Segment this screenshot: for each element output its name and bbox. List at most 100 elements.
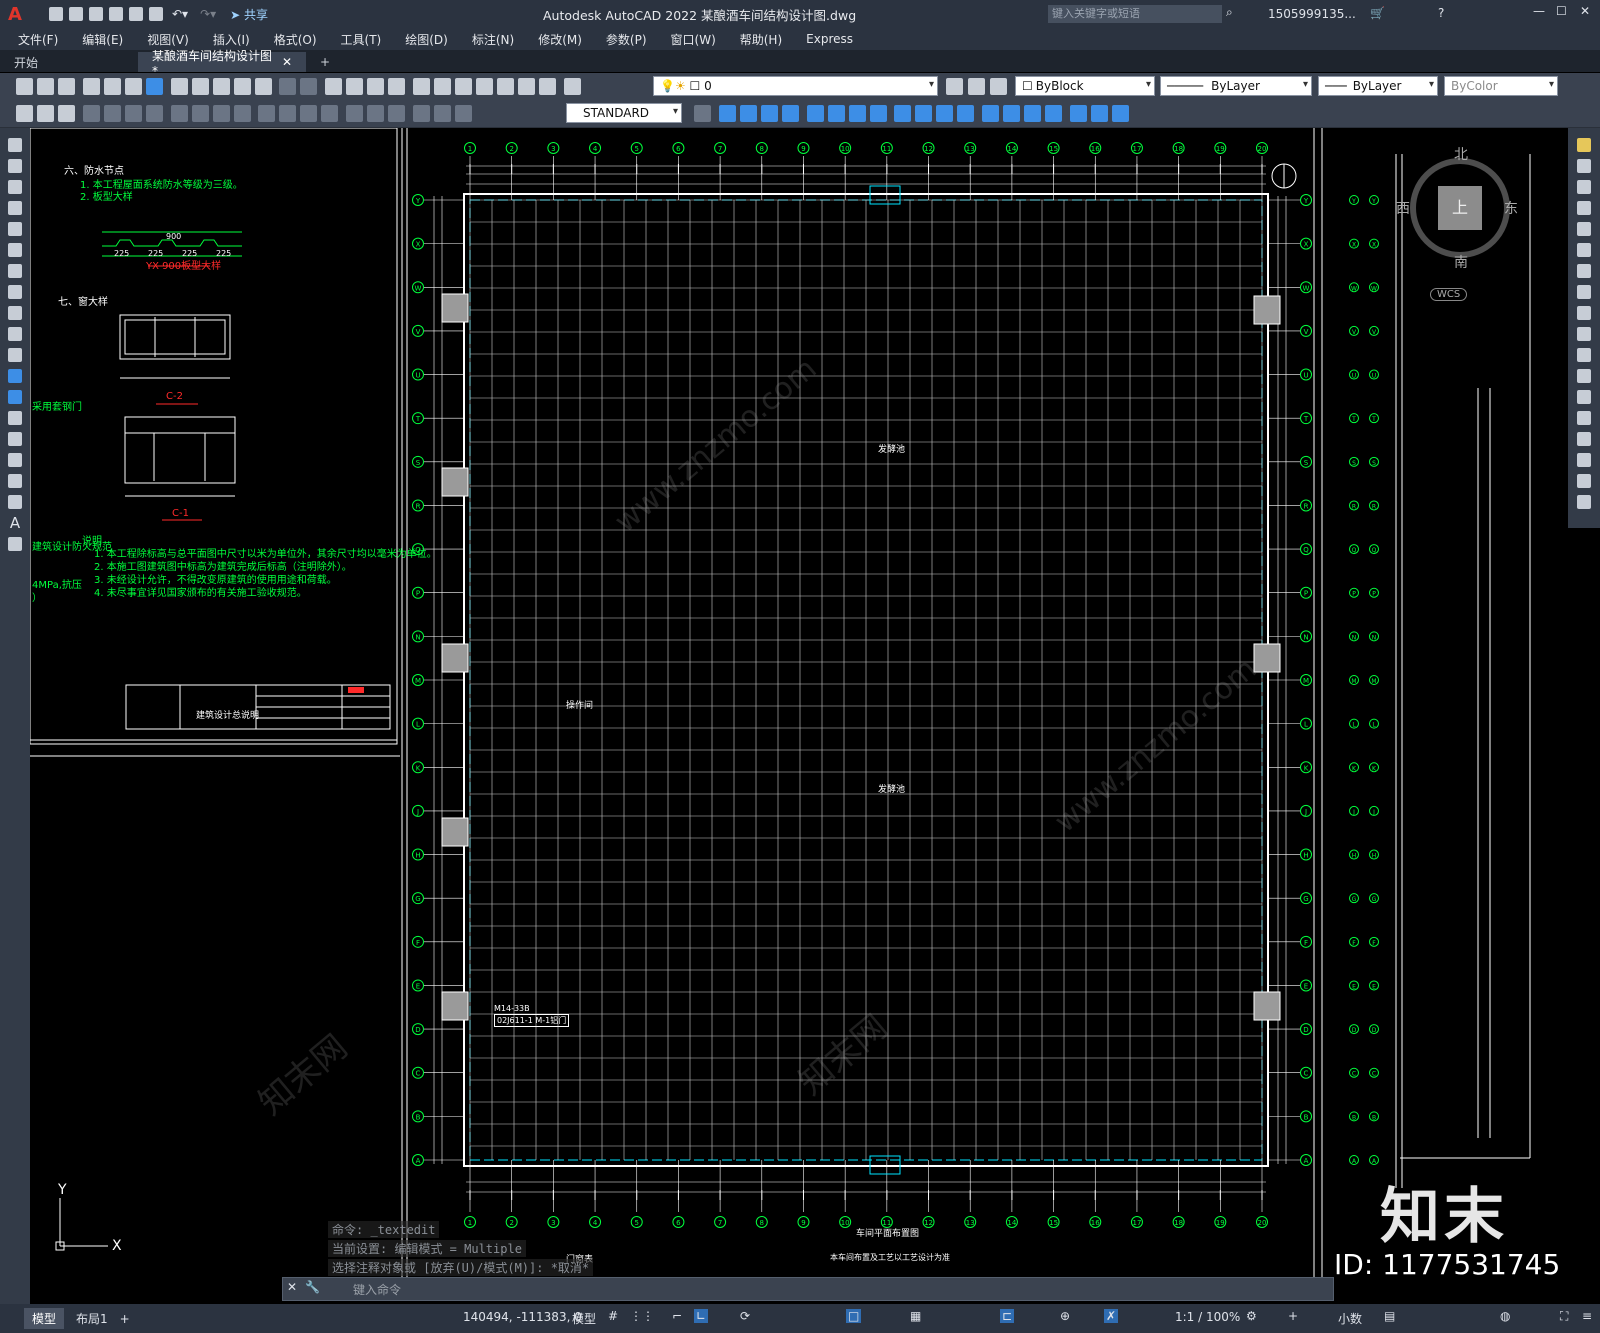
wcs-menu[interactable]: WCS [1430,288,1468,301]
center-mark-icon[interactable] [367,105,385,122]
design-center-icon[interactable] [434,78,452,95]
close-command-icon[interactable]: ✕ [287,1280,297,1294]
union-icon[interactable] [957,105,975,122]
menu-item-modify[interactable]: 修改(M) [526,31,594,48]
layer-dropdown[interactable]: 💡☀ ☐ 0 ▾ [653,76,938,96]
circle-icon[interactable] [8,264,22,278]
gizmo-icon[interactable]: ⊕ [1060,1309,1070,1323]
customization-icon[interactable]: ≡ [1582,1309,1592,1323]
osnap-icon[interactable]: □ [846,1309,862,1323]
layer-state-icon[interactable] [990,78,1007,95]
insert-block-icon[interactable] [8,369,22,383]
share-button[interactable]: ➤ 共享 [230,6,268,23]
pan-icon[interactable] [325,78,343,95]
isodraft-icon[interactable]: ⟳ [740,1309,750,1323]
autocad-logo[interactable]: A [8,4,28,25]
3d-move-icon[interactable] [1024,105,1042,122]
command-input[interactable]: 键入命令 [353,1281,401,1298]
polar-icon[interactable]: ∟ [694,1309,709,1323]
menu-item-insert[interactable]: 插入(I) [201,31,262,48]
help-icon[interactable]: ? [1438,6,1444,20]
text-style-dropdown[interactable]: STANDARD ▾ [566,103,682,123]
viewcube-top-face[interactable]: 上 [1438,186,1482,230]
selection-cycling-icon[interactable]: ⊏ [1000,1309,1015,1323]
isolate-objects-icon[interactable]: ◍ [1500,1309,1510,1323]
jogged-dim-icon[interactable] [191,105,209,122]
inspect-icon[interactable] [388,105,406,122]
tab-drawing[interactable]: 某酿酒车间结构设计图* ✕ [138,49,306,78]
dim-update-icon[interactable] [455,105,473,122]
menu-item-tools[interactable]: 工具(T) [329,31,394,48]
spline-icon[interactable] [8,306,22,320]
annotation-visibility-icon[interactable]: ✗ [1104,1309,1119,1323]
workspace-gear-icon[interactable]: ⚙ [1246,1309,1257,1323]
table-icon[interactable] [8,495,22,509]
close-tab-icon[interactable]: ✕ [282,55,292,69]
model-viewport[interactable]: Y X 1 1 2 2 3 3 4 4 5 5 6 6 7 7 8 8 9 9 10 10 11 11 12 12 13 13 14… [30,128,1568,1278]
baseline-dim-icon[interactable] [279,105,297,122]
snap-icon[interactable]: ⋮⋮ [630,1309,654,1323]
zoom-previous-icon[interactable] [388,78,406,95]
viewcube-west[interactable]: 西 [1396,198,1410,218]
tab-start[interactable]: 开始 [0,52,138,72]
redo-icon[interactable] [300,78,318,95]
explode-icon[interactable] [1577,495,1591,509]
intersect-icon[interactable] [1003,105,1021,122]
new-icon[interactable] [49,7,63,21]
make-block-icon[interactable] [8,390,22,404]
fillet-icon[interactable] [1577,453,1591,467]
layer-properties-icon[interactable] [563,78,581,95]
new-icon[interactable] [16,78,33,95]
modeling-sphere-icon[interactable] [781,105,799,122]
help-icon[interactable] [539,78,557,95]
viewcube-east[interactable]: 东 [1504,198,1518,218]
aligned-dim-icon[interactable] [103,105,121,122]
3d-rotate-icon[interactable] [1045,105,1063,122]
undo-icon[interactable]: ↶▾ [172,7,188,21]
copy-icon[interactable] [191,78,209,95]
save-icon[interactable] [89,7,103,21]
modeling-torus-icon[interactable] [827,105,845,122]
rectangle-icon[interactable] [8,222,22,236]
transparency-icon[interactable]: ▦ [910,1309,921,1323]
revolve-icon[interactable] [894,105,912,122]
text-icon[interactable] [37,105,54,122]
properties-icon[interactable] [413,78,431,95]
continue-dim-icon[interactable] [300,105,318,122]
menu-item-parametric[interactable]: 参数(P) [594,31,659,48]
dim-style-icon[interactable] [694,105,711,122]
mirror-icon[interactable] [1577,180,1591,194]
menu-item-format[interactable]: 格式(O) [262,31,329,48]
dim-text-edit-icon[interactable] [434,105,452,122]
break-icon[interactable] [1577,390,1591,404]
subtract-icon[interactable] [982,105,1000,122]
close-button[interactable]: ✕ [1580,4,1590,18]
layer-previous-icon[interactable] [968,78,985,95]
cart-icon[interactable]: 🛒 [1370,6,1385,20]
new-tab-button[interactable]: + [306,52,344,72]
extrude-icon[interactable] [869,105,887,122]
add-layout-button[interactable]: + [120,1312,130,1326]
customize-icon[interactable]: 🔧 [305,1280,320,1294]
quick-dim-icon[interactable] [258,105,276,122]
quickcalc-icon[interactable] [518,78,536,95]
arc-length-icon[interactable] [124,105,142,122]
mtext-icon[interactable]: A [10,514,20,532]
model-space-toggle[interactable]: 模型 [572,1310,596,1327]
match-properties-icon[interactable] [233,78,251,95]
lineweight-dropdown[interactable]: ─── ByLayer ▾ [1318,76,1438,96]
point-icon[interactable] [8,411,22,425]
stretch-icon[interactable] [1577,306,1591,320]
erase-icon[interactable] [1577,138,1591,152]
tab-layout1[interactable]: 布局1 [76,1310,108,1327]
rotate-icon[interactable] [1577,264,1591,278]
loft-icon[interactable] [936,105,954,122]
menu-item-dimension[interactable]: 标注(N) [460,31,526,48]
sheet-set-icon[interactable] [476,78,494,95]
scale-icon[interactable] [1577,285,1591,299]
print-preview-icon[interactable] [103,78,121,95]
tab-model-layout[interactable]: 模型 [24,1308,65,1329]
markup-icon[interactable] [497,78,515,95]
redo-icon[interactable]: ↷▾ [200,7,216,21]
zoom-window-icon[interactable] [367,78,385,95]
